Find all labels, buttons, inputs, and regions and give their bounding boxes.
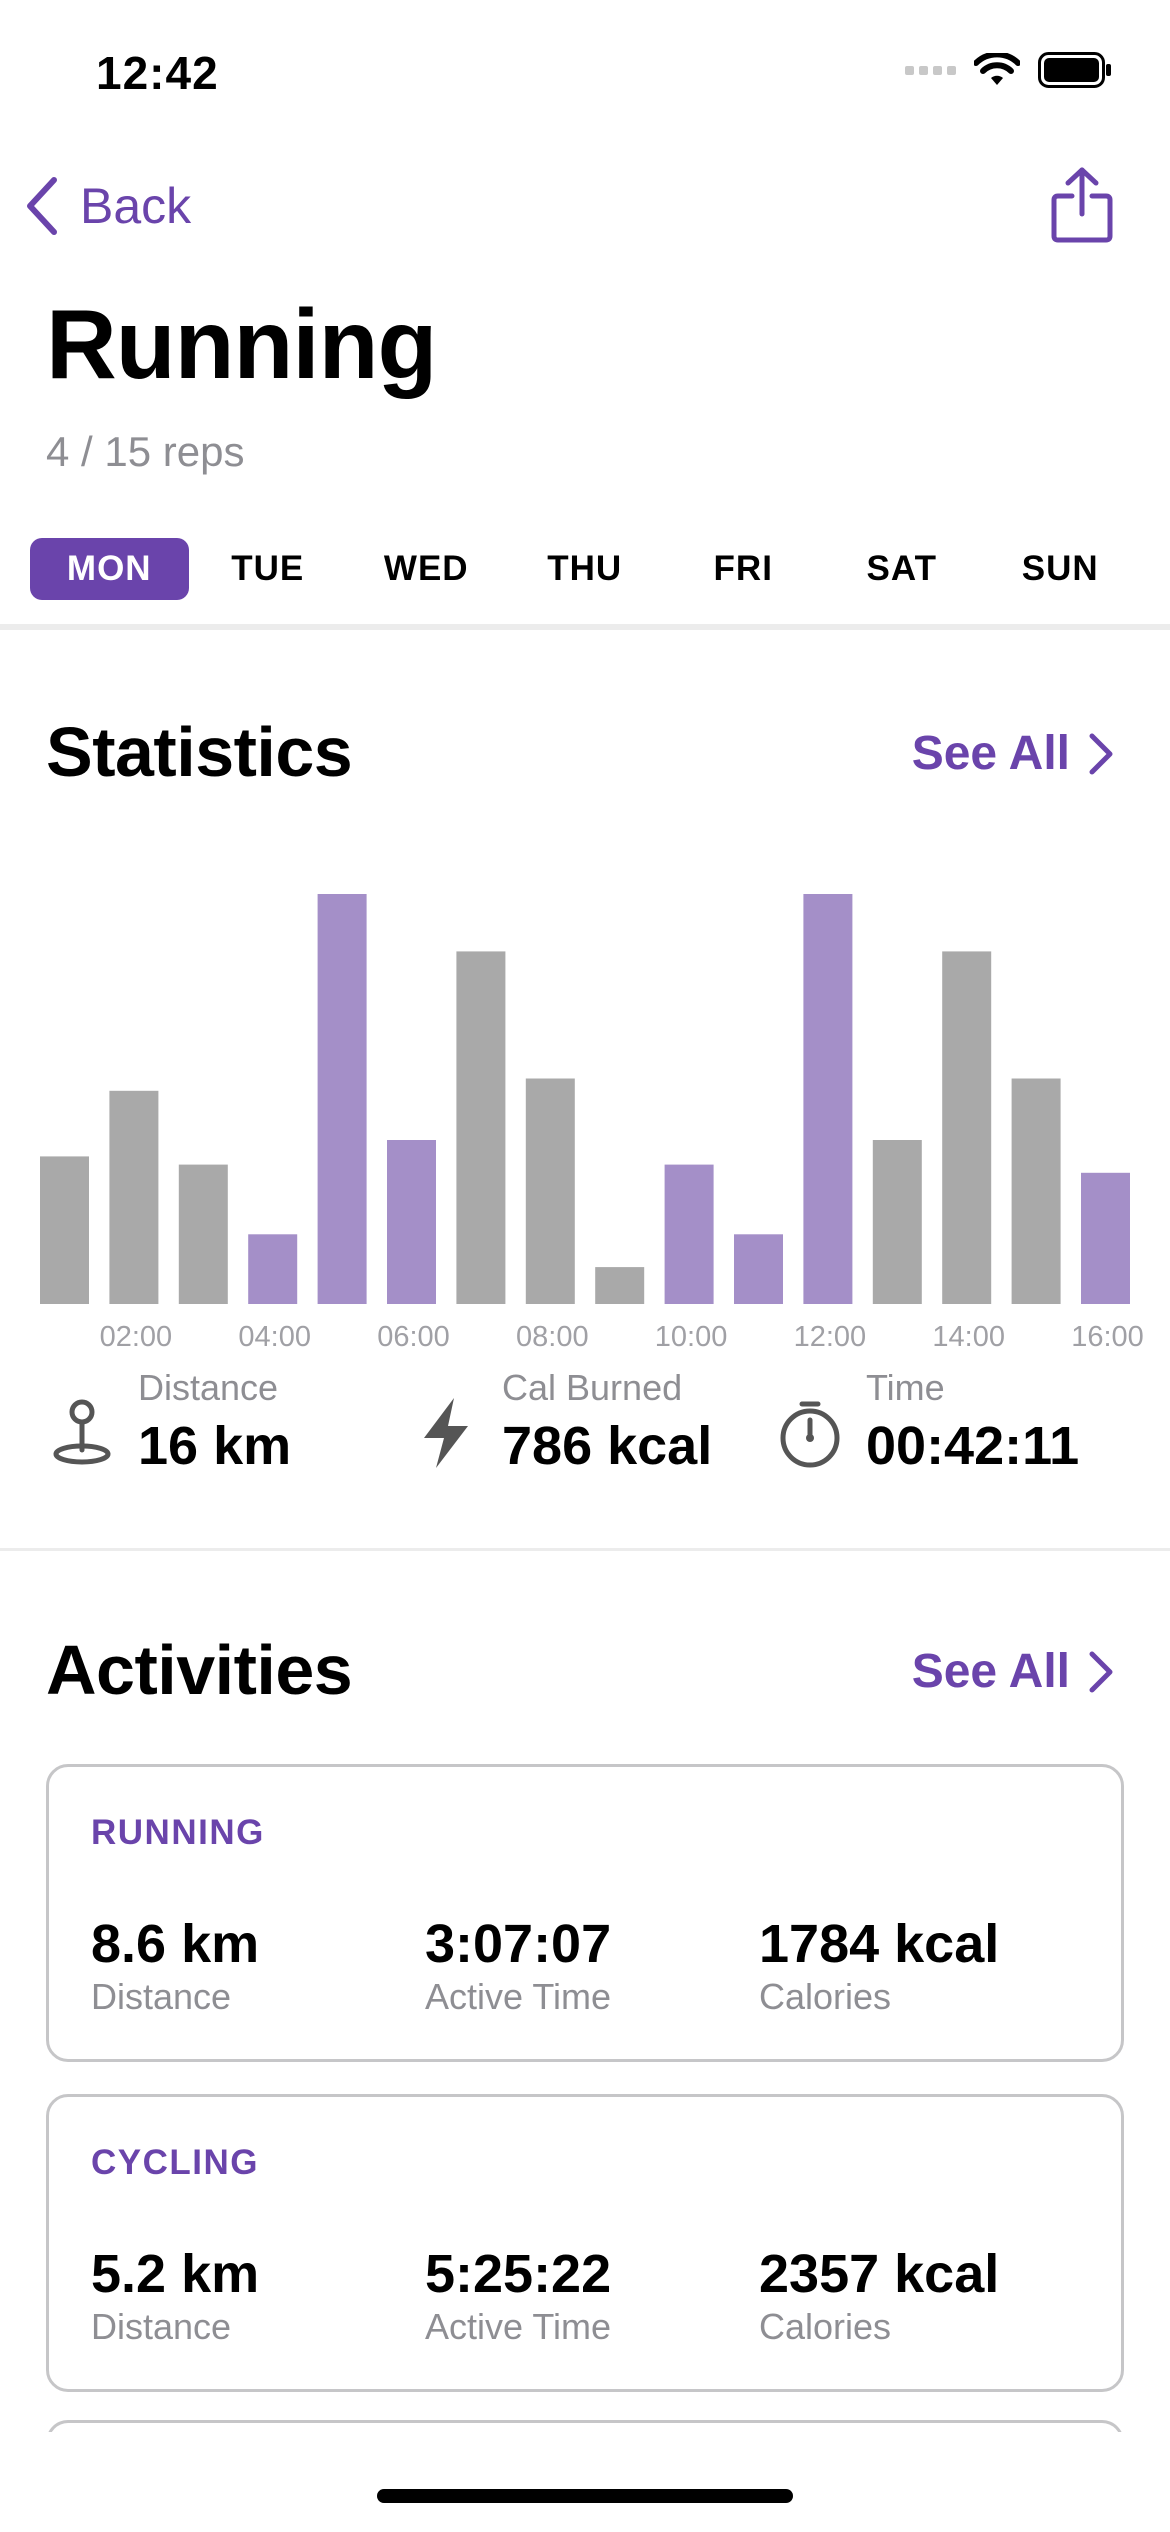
chart-bar [178,1164,228,1304]
stat-label: Cal Burned [502,1367,683,1408]
stat-value: 786 kcal [502,1416,713,1476]
chart-bar [456,951,506,1304]
chart-tick-label: 12:00 [794,1321,867,1353]
activity-distance: 5.2 km Distance [91,2243,259,2349]
see-all-label: See All [911,727,1070,780]
statistics-see-all-button[interactable]: See All [912,726,1114,781]
page-title: Running [46,289,437,399]
day-selector: MON TUE WED THU FRI SAT SUN [30,538,1140,600]
chart-bar [387,1140,436,1304]
day-tab-tue[interactable]: TUE [189,538,348,600]
day-tab-wed[interactable]: WED [347,538,506,600]
bottom-safe-area [0,2432,1170,2532]
section-divider [0,1548,1170,1551]
metric-value: 1784 kcal [759,1914,1000,1974]
metric-label: Active Time [425,2306,612,2347]
chart-tick-label: 04:00 [238,1321,311,1353]
stat-distance: Distance 16 km [50,1366,291,1478]
status-bar-icons [905,52,1112,88]
share-icon[interactable] [1050,166,1114,244]
signal-icon [905,65,956,75]
lightning-icon [424,1398,468,1468]
chart-bar [317,894,367,1304]
day-tab-sat[interactable]: SAT [823,538,982,600]
day-tab-sun[interactable]: SUN [981,538,1140,600]
section-divider [0,624,1170,630]
statistics-bar-chart: 02:00 04:00 06:00 08:00 10:00 12:00 14:00 16:00 [40,894,1144,1353]
location-pin-icon [53,1399,111,1465]
chart-bar [40,1156,89,1304]
back-button[interactable]: Back [24,176,191,236]
activities-title: Activities [46,1631,353,1709]
day-tab-fri[interactable]: FRI [664,538,823,600]
metric-value: 3:07:07 [425,1914,612,1974]
chart-bar [872,1140,922,1304]
chart-bar [525,1078,575,1304]
stopwatch-icon [780,1401,840,1468]
chart-bar [1081,1172,1130,1304]
chart-tick-label: 02:00 [100,1321,173,1353]
activity-name: CYCLING [91,2143,259,2182]
activity-card-cycling[interactable]: CYCLING 5.2 km Distance 5:25:22 Active T… [46,2094,1124,2392]
activity-card-running[interactable]: RUNNING 8.6 km Distance 3:07:07 Active T… [46,1764,1124,2062]
activity-calories: 1784 kcal Calories [759,1913,999,2019]
metric-label: Distance [91,2306,232,2347]
chart-tick-label: 08:00 [516,1321,589,1353]
chart-bar [734,1234,783,1304]
day-tab-thu[interactable]: THU [506,538,665,600]
chart-tick-label: 16:00 [1071,1321,1144,1353]
chart-bar [109,1090,159,1304]
metric-value: 8.6 km [91,1914,260,1974]
chart-tick-label: 06:00 [377,1321,450,1353]
activity-name: RUNNING [91,1813,265,1852]
metric-value: 2357 kcal [759,2244,1000,2304]
see-all-label: See All [911,1645,1070,1698]
metric-label: Calories [759,1976,892,2017]
statistics-title: Statistics [46,713,353,791]
metric-label: Active Time [425,1976,612,2017]
stat-calories: Cal Burned 786 kcal [414,1366,712,1478]
chevron-right-icon [1089,733,1113,774]
battery-icon [1038,52,1111,88]
activities-see-all-button[interactable]: See All [912,1644,1114,1699]
stat-value: 00:42:11 [866,1416,1080,1476]
chart-bar [595,1267,645,1304]
chart-tick-label: 10:00 [655,1321,728,1353]
activity-calories: 2357 kcal Calories [759,2243,999,2349]
day-tab-mon[interactable]: MON [30,538,189,600]
activity-active-time: 3:07:07 Active Time [425,1913,611,2019]
chart-bar [942,951,992,1304]
activity-active-time: 5:25:22 Active Time [425,2243,611,2349]
chevron-left-icon [27,177,57,235]
metric-label: Distance [91,1976,232,2017]
status-bar-time: 12:42 [96,47,219,99]
metric-value: 5:25:22 [425,2244,612,2304]
chart-tick-label: 14:00 [932,1321,1005,1353]
wifi-icon [974,53,1020,85]
stat-label: Distance [138,1367,279,1408]
back-label: Back [80,178,192,234]
activity-distance: 8.6 km Distance [91,1913,259,2019]
chart-bar [1011,1078,1061,1304]
home-indicator [377,2489,793,2503]
metric-value: 5.2 km [91,2244,260,2304]
chevron-right-icon [1089,1651,1113,1692]
chart-bar [664,1164,714,1304]
metric-label: Calories [759,2306,892,2347]
stat-label: Time [866,1367,945,1408]
stat-time: Time 00:42:11 [778,1366,1079,1478]
reps-progress: 4 / 15 reps [46,428,245,475]
chart-bar [803,894,853,1304]
chart-bar [248,1234,298,1304]
stat-value: 16 km [138,1416,292,1476]
